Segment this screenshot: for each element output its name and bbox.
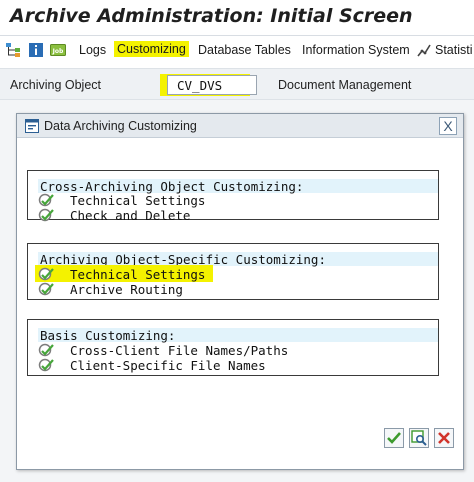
execute-check-icon xyxy=(38,267,54,281)
group-title: Cross-Archiving Object Customizing: xyxy=(40,179,304,194)
option-label: Technical Settings xyxy=(70,193,206,208)
dialog-title: Data Archiving Customizing xyxy=(44,119,197,133)
title-bar: Archive Administration: Initial Screen xyxy=(0,0,474,36)
menu-customizing[interactable]: Customizing xyxy=(114,41,189,57)
checkmark-icon xyxy=(387,432,401,444)
close-icon: X xyxy=(443,118,453,134)
svg-text:Job: Job xyxy=(52,48,64,55)
option-label: Technical Settings xyxy=(70,267,206,282)
archiving-object-value: CV_DVS xyxy=(177,78,223,93)
menu-bar: Job Logs Customizing Database Tables Inf… xyxy=(0,37,474,65)
option-label: Check and Delete xyxy=(70,208,191,223)
menu-information-system[interactable]: Information System xyxy=(302,43,410,57)
group-object-specific: Archiving Object-Specific Customizing: T… xyxy=(27,243,439,300)
group-header: Basis Customizing: xyxy=(38,328,438,343)
menu-database-tables[interactable]: Database Tables xyxy=(198,43,291,57)
execute-check-icon xyxy=(38,282,54,296)
dialog-header: Data Archiving Customizing X xyxy=(17,114,463,138)
archiving-object-description: Document Management xyxy=(278,78,412,92)
execute-check-icon xyxy=(38,358,54,372)
execute-check-icon xyxy=(38,343,54,357)
cancel-button[interactable] xyxy=(434,428,454,448)
group-header: Archiving Object-Specific Customizing: xyxy=(38,252,438,267)
group-cross-archiving: Cross-Archiving Object Customizing: Tech… xyxy=(27,170,439,223)
group-basis: Basis Customizing: Cross-Client File Nam… xyxy=(27,319,439,376)
option-cross-client-file-names[interactable]: Cross-Client File Names/Paths xyxy=(38,343,438,358)
menu-logs[interactable]: Logs xyxy=(79,43,106,57)
option-label: Cross-Client File Names/Paths xyxy=(70,343,289,358)
execute-check-icon xyxy=(38,208,54,222)
job-icon[interactable]: Job xyxy=(50,42,66,58)
cancel-icon xyxy=(438,432,450,444)
option-label: Archive Routing xyxy=(70,282,183,297)
menu-statistics[interactable]: Statisti xyxy=(435,43,473,57)
option-client-specific-file-names[interactable]: Client-Specific File Names xyxy=(38,358,438,373)
dialog-window-icon xyxy=(25,119,39,133)
option-technical-settings-specific[interactable]: Technical Settings xyxy=(35,265,438,282)
option-label: Client-Specific File Names xyxy=(70,358,266,373)
info-icon[interactable] xyxy=(28,42,44,58)
customizing-dialog: Data Archiving Customizing X Cross-Archi… xyxy=(16,113,464,470)
confirm-button[interactable] xyxy=(384,428,404,448)
option-technical-settings[interactable]: Technical Settings xyxy=(38,193,438,208)
view-icon xyxy=(411,430,427,446)
archiving-object-row: Archiving Object CV_DVS Document Managem… xyxy=(0,68,474,100)
option-archive-routing[interactable]: Archive Routing xyxy=(38,282,438,297)
option-check-and-delete[interactable]: Check and Delete xyxy=(38,208,438,223)
execute-check-icon xyxy=(38,193,54,207)
group-header: Cross-Archiving Object Customizing: xyxy=(38,179,438,194)
page-title: Archive Administration: Initial Screen xyxy=(10,5,413,27)
view-button[interactable] xyxy=(409,428,429,448)
statistics-icon[interactable] xyxy=(416,42,432,58)
hierarchy-icon[interactable] xyxy=(5,42,21,58)
close-button[interactable]: X xyxy=(439,117,457,135)
archiving-object-label: Archiving Object xyxy=(10,78,102,92)
group-title: Basis Customizing: xyxy=(40,328,176,343)
